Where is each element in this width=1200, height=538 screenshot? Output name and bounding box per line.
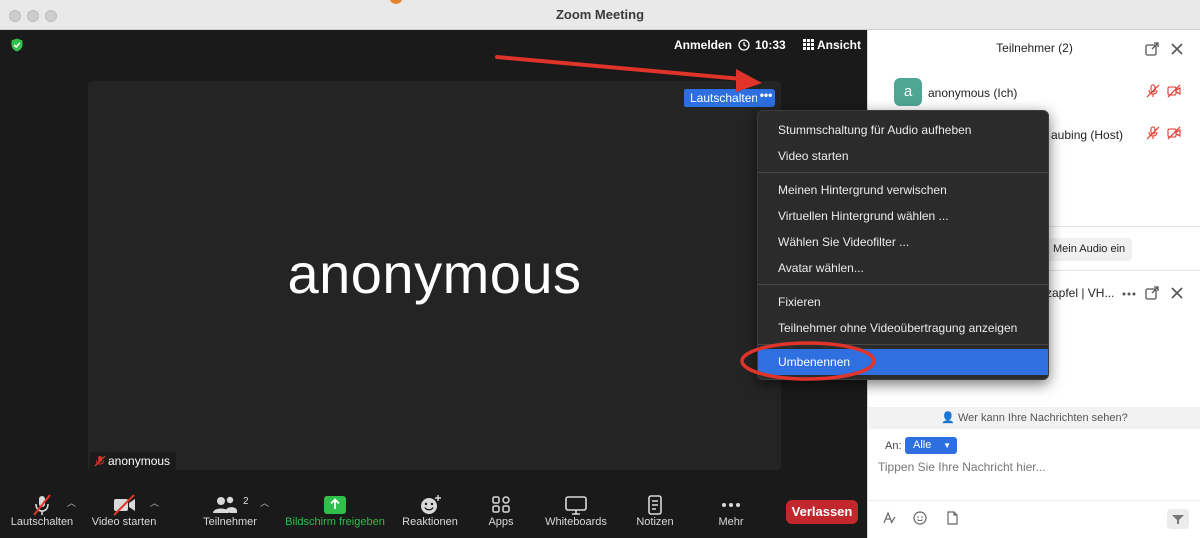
chat-recipient-select[interactable]: Alle ▼ (905, 437, 957, 454)
menu-item-rename[interactable]: Umbenennen (758, 349, 1048, 375)
participant-display-name: anonymous (287, 242, 582, 305)
apps-icon (492, 496, 510, 513)
reactions-smiley-icon (421, 495, 441, 514)
muted-mic-icon (33, 494, 51, 516)
participant-name[interactable]: aubing (Host) (1051, 128, 1123, 142)
menu-separator (758, 172, 1048, 173)
muted-mic-icon[interactable] (1146, 84, 1160, 98)
notes-icon (648, 495, 662, 515)
meeting-timer: 10:33 (755, 38, 786, 52)
chat-visibility-text: Wer kann Ihre Nachrichten sehen? (957, 412, 1128, 424)
leave-meeting-button[interactable]: Verlassen (786, 500, 858, 524)
video-tile[interactable]: anonymous (88, 81, 781, 470)
emoji-icon[interactable] (913, 511, 927, 525)
video-off-icon[interactable] (1167, 84, 1181, 98)
name-tag-label: anonymous (108, 454, 171, 468)
menu-item-avatar[interactable]: Avatar wählen... (758, 255, 1048, 281)
zoom-window: Zoom Meeting Anmelden 10:33 Ansicht anon… (0, 0, 1200, 538)
notes-label: Notizen (636, 516, 674, 528)
window-title: Zoom Meeting (555, 7, 645, 22)
chevron-down-icon: ▼ (943, 441, 951, 450)
menu-separator (758, 284, 1048, 285)
clock-icon (738, 39, 750, 51)
menu-item-show-non-video[interactable]: Teilnehmer ohne Videoübertragung anzeige… (758, 315, 1048, 341)
mute-options-chevron-icon[interactable]: ︿ (67, 496, 76, 509)
whiteboards-button[interactable]: Whiteboards (540, 488, 612, 538)
send-button[interactable] (1167, 509, 1189, 529)
video-off-icon[interactable] (1167, 126, 1181, 140)
apps-button[interactable]: Apps (474, 488, 528, 538)
popout-icon[interactable] (1145, 42, 1159, 56)
share-screen-icon (324, 496, 346, 514)
my-audio-on-button[interactable]: Mein Audio ein (1046, 238, 1133, 261)
participants-count: 2 (243, 496, 249, 507)
reactions-label: Reaktionen (402, 516, 458, 528)
meeting-toolbar: Lautschalten ︿ Video starten ︿ 2 Teilneh… (0, 488, 867, 538)
format-text-icon[interactable] (882, 511, 896, 525)
participant-name[interactable]: anonymous (Ich) (928, 86, 1017, 100)
menu-item-start-video[interactable]: Video starten (758, 143, 1048, 169)
menu-item-unmute-audio[interactable]: Stummschaltung für Audio aufheben (758, 117, 1048, 143)
participants-icon (213, 496, 237, 513)
whiteboard-icon (565, 496, 587, 515)
chat-visibility-bar[interactable]: 👤 Wer kann Ihre Nachrichten sehen? (868, 407, 1200, 429)
signin-button[interactable]: Anmelden (674, 36, 732, 54)
close-icon[interactable] (1170, 42, 1184, 56)
notes-button[interactable]: Notizen (628, 488, 682, 538)
menu-item-video-filter[interactable]: Wählen Sie Videofilter ... (758, 229, 1048, 255)
chat-recipient-value: Alle (913, 439, 932, 451)
person-icon: 👤 (941, 412, 955, 424)
chat-message-input[interactable]: Tippen Sie Ihre Nachricht hier... (878, 460, 1046, 474)
share-screen-button[interactable]: Bildschirm freigeben (281, 488, 389, 538)
participant-context-menu: Stummschaltung für Audio aufheben Video … (757, 110, 1049, 380)
video-off-icon (113, 494, 135, 516)
share-screen-label: Bildschirm freigeben (285, 516, 385, 528)
reactions-button[interactable]: Reaktionen (398, 488, 462, 538)
more-dots-icon (722, 503, 740, 507)
chat-to-label: An: (885, 440, 902, 452)
more-label: Mehr (718, 516, 744, 528)
video-options-chevron-icon[interactable]: ︿ (150, 496, 159, 509)
more-button[interactable]: Mehr (708, 488, 754, 538)
avatar: a (894, 78, 922, 106)
close-icon[interactable] (1170, 286, 1184, 300)
chat-bottom-bar (868, 500, 1200, 538)
tile-more-button[interactable]: ••• (757, 89, 775, 107)
menu-item-blur-background[interactable]: Meinen Hintergrund verwischen (758, 177, 1048, 203)
shield-check-icon[interactable] (10, 38, 24, 52)
muted-mic-icon (94, 455, 106, 467)
whiteboards-label: Whiteboards (545, 516, 607, 528)
grid-view-icon (803, 39, 814, 50)
tile-unmute-button[interactable]: Lautschalten (684, 89, 765, 107)
chat-title: zapfel | VH... (1046, 286, 1115, 300)
chat-more-icon[interactable] (1122, 287, 1136, 301)
participants-button[interactable]: 2 Teilnehmer (196, 488, 264, 538)
view-button[interactable]: Ansicht (817, 36, 861, 54)
mute-label: Lautschalten (10, 516, 74, 528)
start-video-label: Video starten (91, 516, 157, 528)
apps-label: Apps (488, 516, 514, 528)
participant-name-tag: anonymous (90, 452, 177, 470)
participants-label: Teilnehmer (203, 516, 257, 528)
meeting-area: Anmelden 10:33 Ansicht anonymous Lautsch… (0, 30, 867, 538)
menu-separator (758, 344, 1048, 345)
send-icon (1172, 515, 1184, 524)
popout-icon[interactable] (1145, 286, 1159, 300)
participants-options-chevron-icon[interactable]: ︿ (260, 496, 269, 509)
title-bar: Zoom Meeting (0, 0, 1200, 30)
menu-item-virtual-background[interactable]: Virtuellen Hintergrund wählen ... (758, 203, 1048, 229)
file-icon[interactable] (945, 511, 959, 525)
menu-item-pin[interactable]: Fixieren (758, 289, 1048, 315)
muted-mic-icon[interactable] (1146, 126, 1160, 140)
